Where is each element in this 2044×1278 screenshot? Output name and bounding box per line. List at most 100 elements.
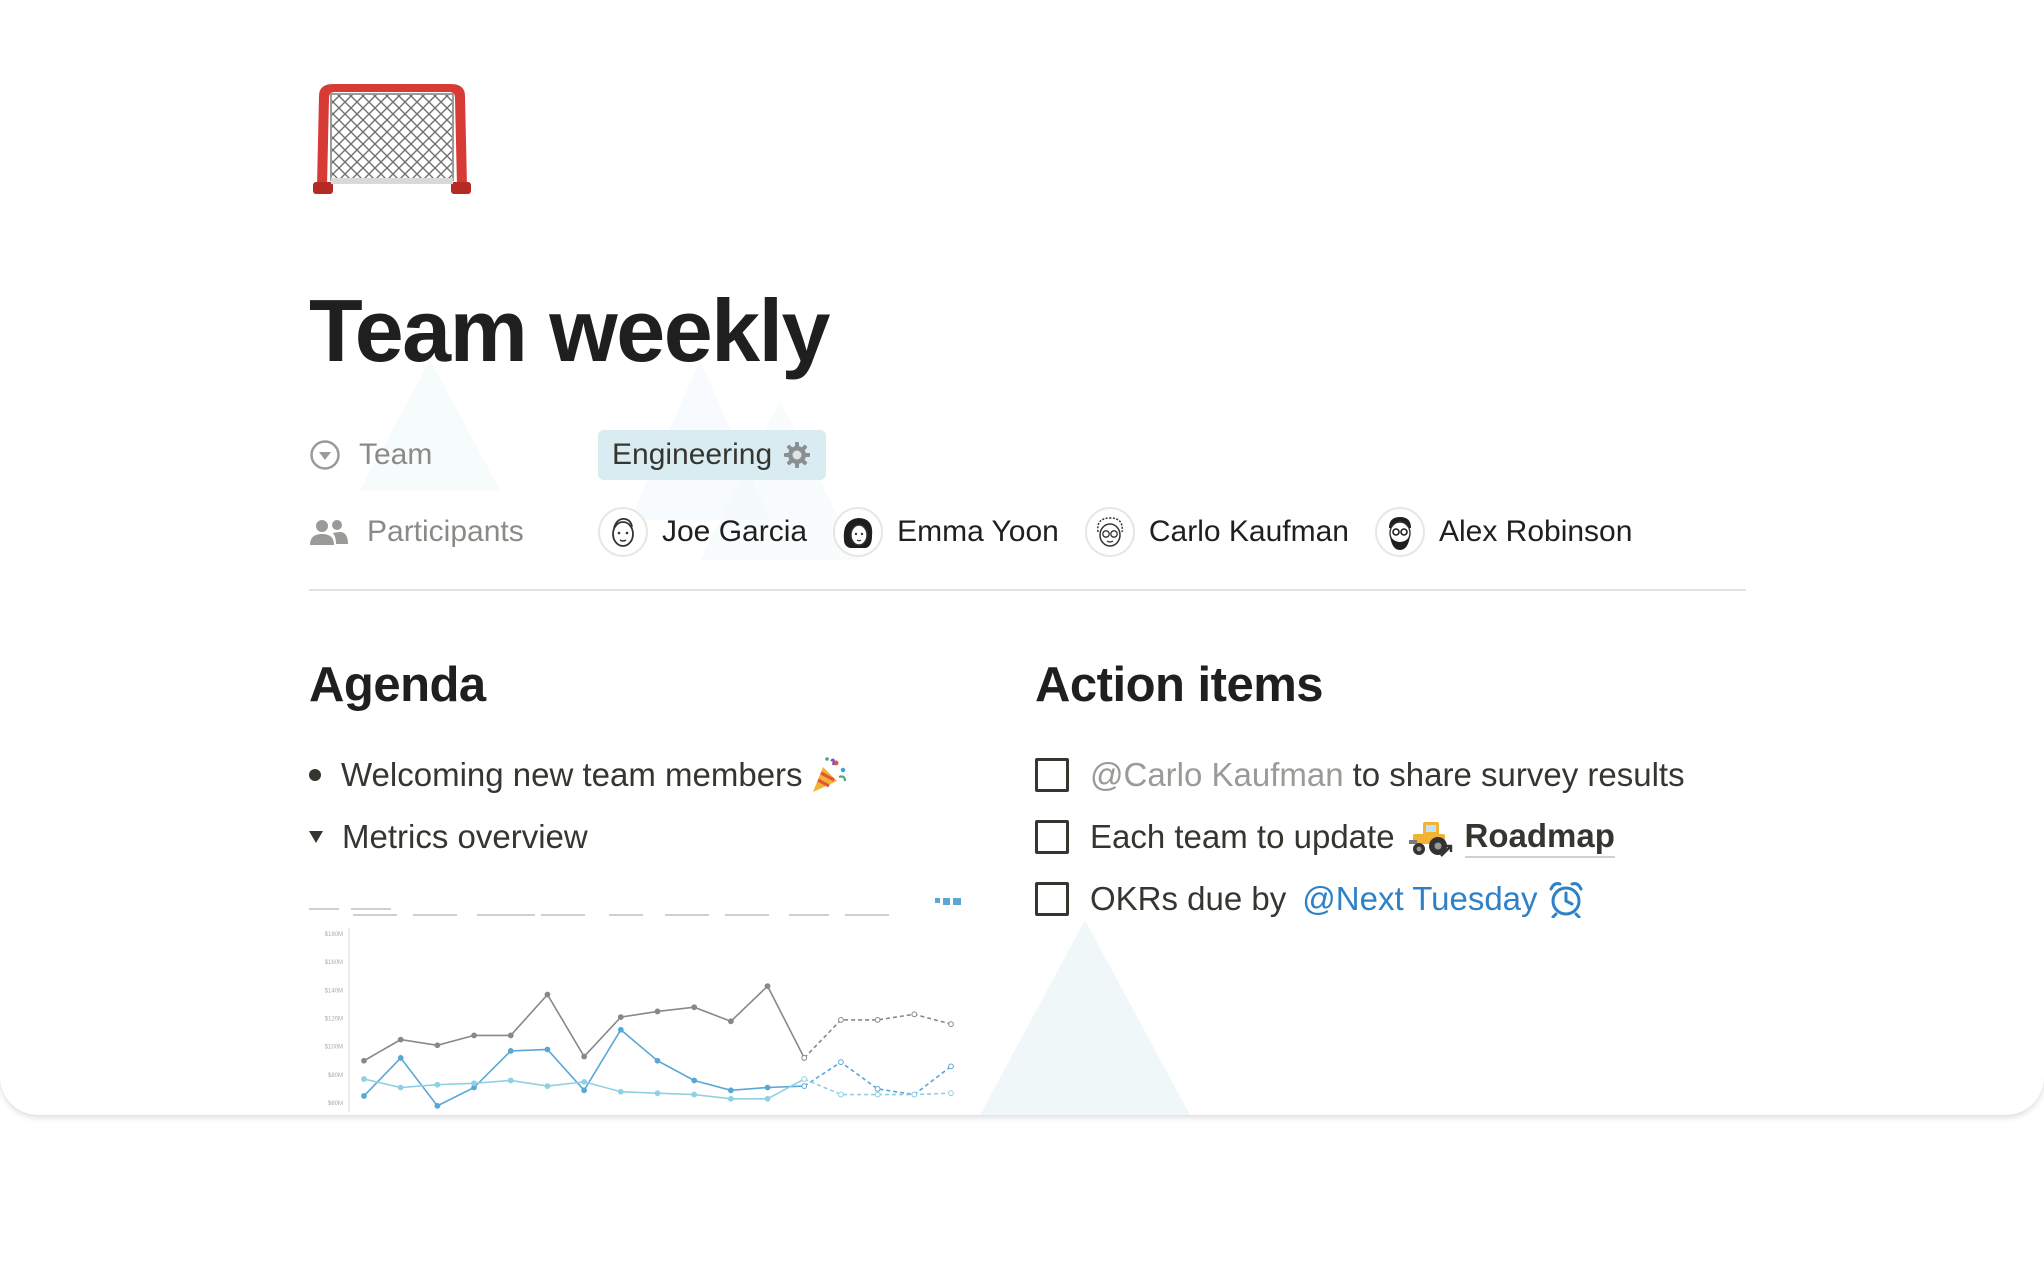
data-point	[617, 1014, 624, 1020]
data-point	[727, 1095, 734, 1102]
data-point	[434, 1102, 441, 1109]
data-point	[434, 1081, 441, 1088]
participant-chip[interactable]: Alex Robinson	[1374, 507, 1633, 557]
joe-avatar	[598, 507, 648, 557]
team-tag[interactable]: Engineering	[598, 430, 827, 480]
data-point	[727, 1018, 734, 1025]
data-point	[838, 1091, 844, 1098]
roadmap-page-link[interactable]: Roadmap	[1464, 817, 1615, 858]
participant-chip[interactable]: Carlo Kaufman	[1084, 507, 1349, 557]
data-point	[434, 1042, 441, 1049]
data-point	[544, 1083, 551, 1090]
party-popper-icon	[812, 757, 846, 792]
divider	[309, 589, 1746, 591]
page-card: Team weekly Team Engineering Participant…	[0, 0, 2044, 1115]
data-point	[471, 1032, 477, 1039]
data-point	[507, 1077, 514, 1084]
gear-icon	[784, 442, 811, 468]
agenda-heading[interactable]: Agenda	[309, 657, 486, 713]
tractor-icon	[1408, 822, 1452, 857]
participant-chip[interactable]: Joe Garcia	[598, 507, 807, 557]
data-point	[361, 1076, 367, 1082]
bullet-marker	[309, 769, 321, 781]
data-point	[764, 1095, 771, 1102]
data-point	[874, 1086, 881, 1092]
todo-item: OKRs due by @Next Tuesday	[1035, 872, 1584, 926]
action-items-heading[interactable]: Action items	[1035, 657, 1324, 713]
chevron-circle-down-icon	[310, 440, 340, 470]
y-tick-label: $160M	[325, 960, 343, 966]
y-tick-label: $60M	[328, 1101, 343, 1107]
data-point	[507, 1047, 514, 1054]
agenda-item-text: Metrics overview	[342, 818, 588, 855]
emma-avatar	[833, 507, 884, 557]
y-tick-label: $180M	[325, 932, 343, 938]
data-point	[874, 1017, 881, 1023]
todo-item: Each team to update Roadmap	[1035, 810, 1615, 864]
data-point	[948, 1090, 954, 1097]
series-line	[363, 1028, 805, 1107]
participant-name: Emma Yoon	[897, 515, 1059, 548]
property-team-label[interactable]: Team	[309, 430, 598, 480]
data-point	[838, 1017, 844, 1023]
chart-legend	[309, 898, 961, 916]
date-mention[interactable]: @Next Tuesday	[1302, 880, 1537, 918]
data-point	[948, 1021, 954, 1028]
property-label-text: Team	[359, 438, 433, 471]
data-point	[874, 1091, 881, 1098]
data-point	[397, 1084, 404, 1091]
todo-text: to share survey results	[1352, 756, 1685, 793]
agenda-list-item[interactable]: Welcoming new team members	[309, 750, 849, 800]
data-point	[361, 1093, 367, 1099]
property-label-text: Participants	[367, 515, 524, 548]
series-line	[363, 984, 805, 1062]
data-point	[581, 1078, 588, 1085]
property-participants-label[interactable]: Participants	[309, 507, 598, 557]
participant-name: Joe Garcia	[662, 515, 808, 548]
y-tick-label: $80M	[328, 1073, 343, 1079]
alex-avatar	[1374, 507, 1425, 557]
property-team-row: Team Engineering	[309, 430, 827, 480]
people-icon	[310, 520, 348, 545]
data-point	[727, 1087, 734, 1094]
metrics-chart[interactable]: $60M $80M $100M $120M $140M $160M $180M	[309, 890, 969, 1115]
chart-y-ticks: $60M $80M $100M $120M $140M $160M $180M	[325, 932, 343, 1107]
data-point	[581, 1053, 588, 1060]
data-point	[617, 1088, 624, 1095]
carlo-avatar	[1084, 507, 1135, 557]
team-tag-label: Engineering	[612, 438, 773, 471]
data-point	[691, 1077, 698, 1084]
toggle-arrow-icon[interactable]	[309, 831, 323, 843]
data-point	[801, 1083, 808, 1090]
data-point	[801, 1055, 808, 1061]
data-point	[911, 1091, 918, 1098]
data-point	[654, 1008, 661, 1015]
participant-chip[interactable]: Emma Yoon	[833, 507, 1059, 557]
data-point	[654, 1057, 661, 1064]
data-point	[507, 1032, 514, 1039]
data-point	[801, 1076, 808, 1082]
data-point	[764, 1084, 771, 1091]
y-tick-label: $120M	[325, 1017, 343, 1023]
todo-text: OKRs due by	[1090, 880, 1287, 917]
user-mention[interactable]: @Carlo Kaufman	[1090, 756, 1344, 794]
todo-checkbox[interactable]	[1035, 820, 1069, 854]
alarm-clock-icon	[1549, 882, 1583, 918]
data-point	[581, 1087, 588, 1094]
participant-name: Alex Robinson	[1438, 515, 1633, 548]
todo-checkbox[interactable]	[1035, 758, 1069, 792]
page-title[interactable]: Team weekly	[309, 276, 830, 386]
data-point	[617, 1026, 624, 1033]
data-point	[397, 1036, 404, 1043]
data-point	[544, 1046, 551, 1053]
chart-series	[361, 983, 954, 1109]
y-tick-label: $140M	[325, 988, 343, 994]
agenda-toggle-item[interactable]: Metrics overview	[309, 812, 588, 862]
participant-name: Carlo Kaufman	[1148, 515, 1349, 548]
todo-text: Each team to update	[1090, 818, 1395, 855]
data-point	[361, 1057, 367, 1064]
data-point	[838, 1059, 844, 1066]
data-point	[911, 1011, 918, 1018]
todo-checkbox[interactable]	[1035, 882, 1069, 916]
data-point	[691, 1004, 698, 1011]
